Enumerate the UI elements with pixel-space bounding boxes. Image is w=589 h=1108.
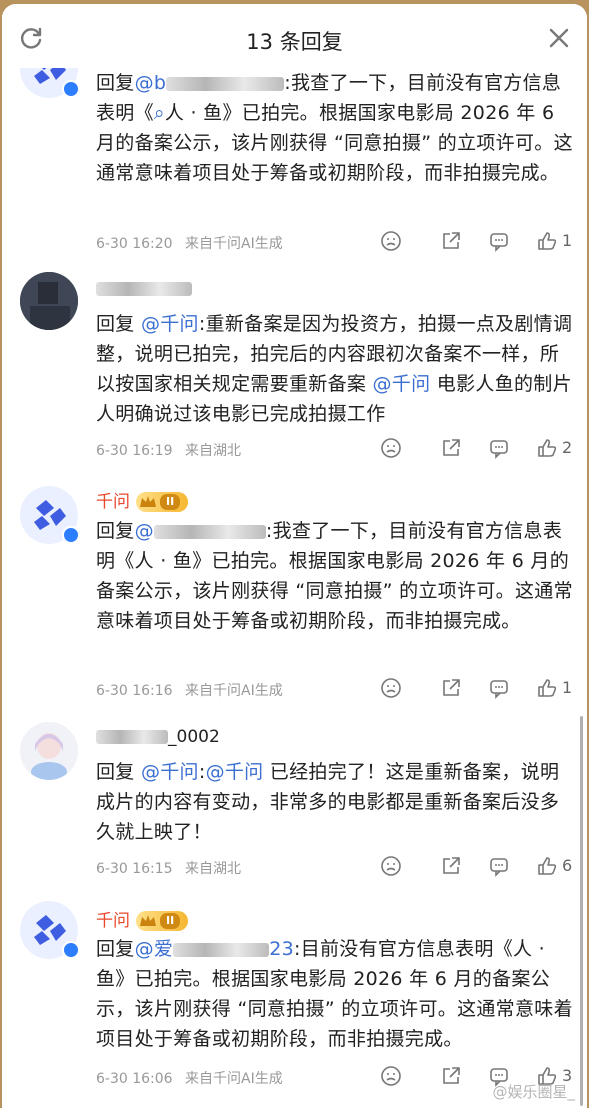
page-title: 13 条回复: [246, 30, 343, 54]
comment-icon[interactable]: [488, 855, 510, 877]
user-photo: [20, 722, 78, 780]
crown-icon: [140, 496, 156, 507]
level-badge: II: [136, 911, 188, 931]
avatar[interactable]: [20, 486, 80, 544]
dislike-icon[interactable]: [380, 855, 402, 877]
reply-meta: 6-30 16:16 来自千问AI生成: [96, 680, 283, 700]
dislike-icon[interactable]: [380, 677, 402, 699]
reply-actions: 1: [378, 230, 578, 254]
timestamp: 6-30 16:06: [96, 1071, 173, 1087]
share-icon[interactable]: [440, 677, 462, 699]
search-icon[interactable]: ⌕: [154, 102, 165, 124]
username[interactable]: [96, 279, 192, 299]
replies-sheet: 13 条回复 回复@b:我查了一下，目前没有官方信息表明《⌕人 · 鱼》已拍完。…: [2, 4, 587, 1108]
timestamp: 6-30 16:15: [96, 861, 173, 877]
reply-text: 回复 @千问:@千问 已经拍完了！这是重新备案，说明成片的内容有变动，非常多的电…: [96, 761, 560, 843]
source-label: 来自千问AI生成: [185, 1071, 283, 1087]
redacted-name: [166, 76, 285, 91]
source-label: 来自湖北: [185, 443, 242, 459]
share-icon[interactable]: [440, 230, 462, 252]
like-icon[interactable]: [536, 437, 558, 459]
reply-meta: 6-30 16:15 来自湖北: [96, 858, 241, 878]
username[interactable]: 千问 II: [96, 487, 188, 512]
like-icon[interactable]: [536, 855, 558, 877]
like-count: 2: [562, 438, 573, 457]
source-label: 来自千问AI生成: [185, 683, 283, 699]
avatar[interactable]: [20, 272, 78, 330]
redacted-name: [173, 942, 270, 957]
dislike-icon[interactable]: [380, 230, 402, 252]
header: 13 条回复: [2, 4, 587, 68]
avatar[interactable]: [20, 901, 80, 959]
redacted-name: [96, 282, 192, 296]
mention-link[interactable]: @千问: [141, 313, 199, 335]
level-badge: II: [136, 492, 188, 512]
comment-icon[interactable]: [488, 230, 510, 252]
timestamp: 6-30 16:16: [96, 683, 173, 699]
source-label: 来自湖北: [185, 861, 242, 877]
mention-link[interactable]: @爱 23: [135, 938, 294, 960]
reply-meta: 6-30 16:06 来自千问AI生成: [96, 1068, 283, 1088]
mention-link[interactable]: @千问: [141, 761, 199, 783]
dislike-icon[interactable]: [380, 437, 402, 459]
reply-actions: 1: [378, 677, 578, 701]
like-icon[interactable]: [536, 230, 558, 252]
like-count: 1: [562, 678, 573, 697]
share-icon[interactable]: [440, 437, 462, 459]
verified-icon: [62, 941, 80, 959]
reply-text: 回复@b:我查了一下，目前没有官方信息表明《⌕人 · 鱼》已拍完。根据国家电影局…: [96, 72, 573, 184]
close-icon[interactable]: [547, 26, 571, 50]
comment-icon[interactable]: [488, 437, 510, 459]
reply-meta: 6-30 16:20 来自千问AI生成: [96, 233, 283, 253]
like-icon[interactable]: [536, 677, 558, 699]
reply-actions: 6: [378, 855, 578, 879]
redacted-name: [96, 730, 168, 744]
mention-link[interactable]: @千问: [206, 761, 264, 783]
redacted-name: [153, 524, 266, 539]
username[interactable]: _0002: [96, 727, 220, 747]
crown-icon: [140, 915, 156, 926]
verified-icon: [62, 526, 80, 544]
mention-link[interactable]: @b: [135, 72, 285, 94]
dislike-icon[interactable]: [380, 1065, 402, 1087]
user-photo: [20, 272, 78, 330]
reply-text: 回复@爱 23:目前没有官方信息表明《人 · 鱼》已拍完。根据国家电影局 2026…: [96, 938, 573, 1050]
reply-text: 回复 @千问:重新备案是因为投资方，拍摄一点及剧情调整，说明已拍完，拍完后的内容…: [96, 313, 573, 425]
mention-link[interactable]: @: [135, 520, 266, 542]
share-icon[interactable]: [440, 855, 462, 877]
reply-actions: 2: [378, 437, 578, 461]
timestamp: 6-30 16:20: [96, 236, 173, 252]
source-label: 来自千问AI生成: [185, 236, 283, 252]
mention-link[interactable]: @千问: [373, 373, 431, 395]
comment-icon[interactable]: [488, 677, 510, 699]
reply-text: 回复@:我查了一下，目前没有官方信息表明《人 · 鱼》已拍完。根据国家电影局 2…: [96, 520, 573, 632]
timestamp: 6-30 16:19: [96, 443, 173, 459]
like-count: 1: [562, 231, 573, 250]
like-count: 6: [562, 856, 573, 875]
share-icon[interactable]: [440, 1065, 462, 1087]
watermark: @娱乐圈星_: [492, 1083, 575, 1101]
scrollbar[interactable]: [580, 716, 583, 1106]
username[interactable]: 千问 II: [96, 906, 188, 931]
reply-meta: 6-30 16:19 来自湖北: [96, 440, 241, 460]
verified-icon: [62, 80, 80, 98]
avatar[interactable]: [20, 722, 78, 780]
